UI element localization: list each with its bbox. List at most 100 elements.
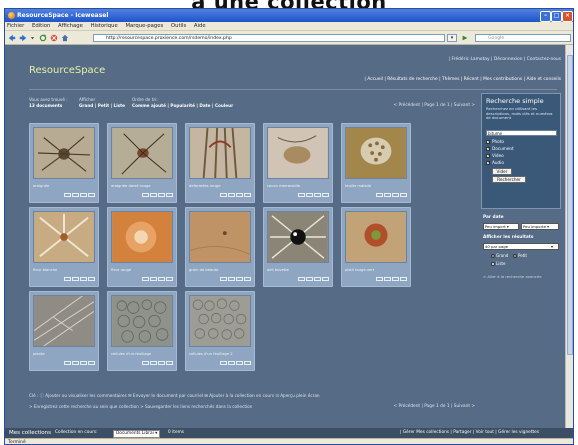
forward-icon[interactable] xyxy=(19,34,27,42)
web-search-input[interactable]: Google xyxy=(475,34,571,42)
email-icon[interactable] xyxy=(150,193,157,197)
collection-actions[interactable]: | Gérer Mes collections | Partager | Voi… xyxy=(400,428,539,438)
preview-icon[interactable] xyxy=(244,193,251,197)
resource-tile[interactable]: araignée dorsé rouge xyxy=(107,123,177,203)
save-search-links[interactable]: > Enregistrez cette recherche au sein qu… xyxy=(29,404,349,410)
comment-icon[interactable] xyxy=(220,277,227,281)
close-icon[interactable]: × xyxy=(562,11,573,22)
back-icon[interactable] xyxy=(8,34,16,42)
resource-tile[interactable]: cellules d'un feuillage xyxy=(107,291,177,371)
thumbnail-3[interactable] xyxy=(267,127,329,179)
email-icon[interactable] xyxy=(150,361,157,365)
add-to-collection-icon[interactable] xyxy=(158,193,165,197)
thumbnail-8[interactable] xyxy=(267,211,329,263)
per-page-select[interactable]: 40 par page xyxy=(483,243,559,250)
resource-tile[interactable]: cocon marronaille xyxy=(263,123,333,203)
thumbnail-6[interactable] xyxy=(111,211,173,263)
clear-button[interactable]: Vider xyxy=(492,168,512,175)
go-arrow-icon[interactable] xyxy=(461,34,469,42)
resource-tile[interactable]: grain de beaute xyxy=(185,207,255,287)
preview-icon[interactable] xyxy=(166,193,173,197)
user-menu[interactable]: | Frédéric Lamotay | Déconnexion | Conta… xyxy=(365,57,561,62)
email-icon[interactable] xyxy=(228,193,235,197)
comment-icon[interactable] xyxy=(142,277,149,281)
preview-icon[interactable] xyxy=(244,361,251,365)
preview-icon[interactable] xyxy=(88,193,95,197)
add-to-collection-icon[interactable] xyxy=(158,277,165,281)
preview-icon[interactable] xyxy=(88,361,95,365)
email-icon[interactable] xyxy=(228,361,235,365)
resource-tile[interactable]: araignée xyxy=(29,123,99,203)
comment-icon[interactable] xyxy=(64,361,71,365)
thumbnail-0[interactable] xyxy=(33,127,95,179)
main-navigation[interactable]: | Accueil | Résultats de recherche | Thè… xyxy=(305,77,561,82)
comment-icon[interactable] xyxy=(376,193,383,197)
search-button[interactable]: Rechercher xyxy=(492,176,526,183)
type-document-checkbox[interactable]: Document xyxy=(486,146,514,151)
add-to-collection-icon[interactable] xyxy=(158,361,165,365)
preview-icon[interactable] xyxy=(166,361,173,365)
collections-title[interactable]: Mes collections xyxy=(9,428,51,438)
display-mode[interactable]: Afficher Grand | Petit | Liste xyxy=(79,97,125,108)
resource-tile[interactable]: oeil buvette xyxy=(263,207,333,287)
thumbnail-5[interactable] xyxy=(33,211,95,263)
comment-icon[interactable] xyxy=(220,193,227,197)
search-input[interactable]: bitume xyxy=(486,130,557,136)
preview-icon[interactable] xyxy=(166,277,173,281)
menu-historique[interactable]: Historique xyxy=(91,23,118,29)
preview-icon[interactable] xyxy=(244,277,251,281)
menu-outils[interactable]: Outils xyxy=(171,23,186,29)
email-icon[interactable] xyxy=(384,193,391,197)
comment-icon[interactable] xyxy=(220,361,227,365)
email-icon[interactable] xyxy=(228,277,235,281)
email-icon[interactable] xyxy=(306,193,313,197)
maximize-icon[interactable]: □ xyxy=(551,11,562,22)
preview-icon[interactable] xyxy=(88,277,95,281)
comment-icon[interactable] xyxy=(64,193,71,197)
thumbnail-9[interactable] xyxy=(345,211,407,263)
comment-icon[interactable] xyxy=(298,193,305,197)
add-to-collection-icon[interactable] xyxy=(236,277,243,281)
stop-icon[interactable] xyxy=(50,34,58,42)
preview-icon[interactable] xyxy=(400,193,407,197)
page-scrollbar[interactable] xyxy=(565,45,573,428)
menu-fichier[interactable]: Fichier xyxy=(7,23,24,29)
resource-tile[interactable]: cellules d'un feuillage 2 xyxy=(185,291,255,371)
view-small-radio[interactable]: Petit xyxy=(513,253,527,258)
url-dropdown-button[interactable]: ▾ xyxy=(447,34,457,42)
advanced-search-link[interactable]: > Aller à la recherche avancée xyxy=(483,274,542,279)
year-select[interactable]: Peu import ▾ xyxy=(483,223,519,230)
type-video-checkbox[interactable]: Video xyxy=(486,153,504,158)
comment-icon[interactable] xyxy=(376,277,383,281)
email-icon[interactable] xyxy=(72,193,79,197)
resource-tile[interactable]: fleur blanche xyxy=(29,207,99,287)
add-to-collection-icon[interactable] xyxy=(236,193,243,197)
view-large-radio[interactable]: Grand xyxy=(491,253,508,258)
thumbnail-7[interactable] xyxy=(189,211,251,263)
thumbnail-10[interactable] xyxy=(33,295,95,347)
add-to-collection-icon[interactable] xyxy=(314,193,321,197)
add-to-collection-icon[interactable] xyxy=(80,193,87,197)
resource-tile[interactable]: pistil rouge-vert xyxy=(341,207,411,287)
sort-order[interactable]: Ordre de tri: Comme ajouté | Popularité … xyxy=(132,97,233,108)
thumbnail-2[interactable] xyxy=(189,127,251,179)
current-collection-select[interactable]: Documents Librai ▾ xyxy=(113,430,161,438)
thumbnail-4[interactable] xyxy=(345,127,407,179)
menu-aide[interactable]: Aide xyxy=(194,23,206,29)
add-to-collection-icon[interactable] xyxy=(80,361,87,365)
url-input[interactable]: http://resourcespace.proxience.com/rsdem… xyxy=(93,34,445,42)
email-icon[interactable] xyxy=(72,361,79,365)
comment-icon[interactable] xyxy=(298,277,305,281)
resource-tile[interactable]: fleur rouge xyxy=(107,207,177,287)
email-icon[interactable] xyxy=(150,277,157,281)
home-icon[interactable] xyxy=(61,34,69,42)
month-select[interactable]: Peu importe ▾ xyxy=(521,223,559,230)
resource-tile[interactable]: feuille malade xyxy=(341,123,411,203)
preview-icon[interactable] xyxy=(322,277,329,281)
type-audio-checkbox[interactable]: Audio xyxy=(486,160,504,165)
minimize-icon[interactable]: – xyxy=(540,11,551,22)
scrollbar-thumb[interactable] xyxy=(567,55,573,355)
pager-top[interactable]: < Précédent | Page 1 de 1 | Suivant > xyxy=(365,103,475,108)
thumbnail-1[interactable] xyxy=(111,127,173,179)
add-to-collection-icon[interactable] xyxy=(392,277,399,281)
